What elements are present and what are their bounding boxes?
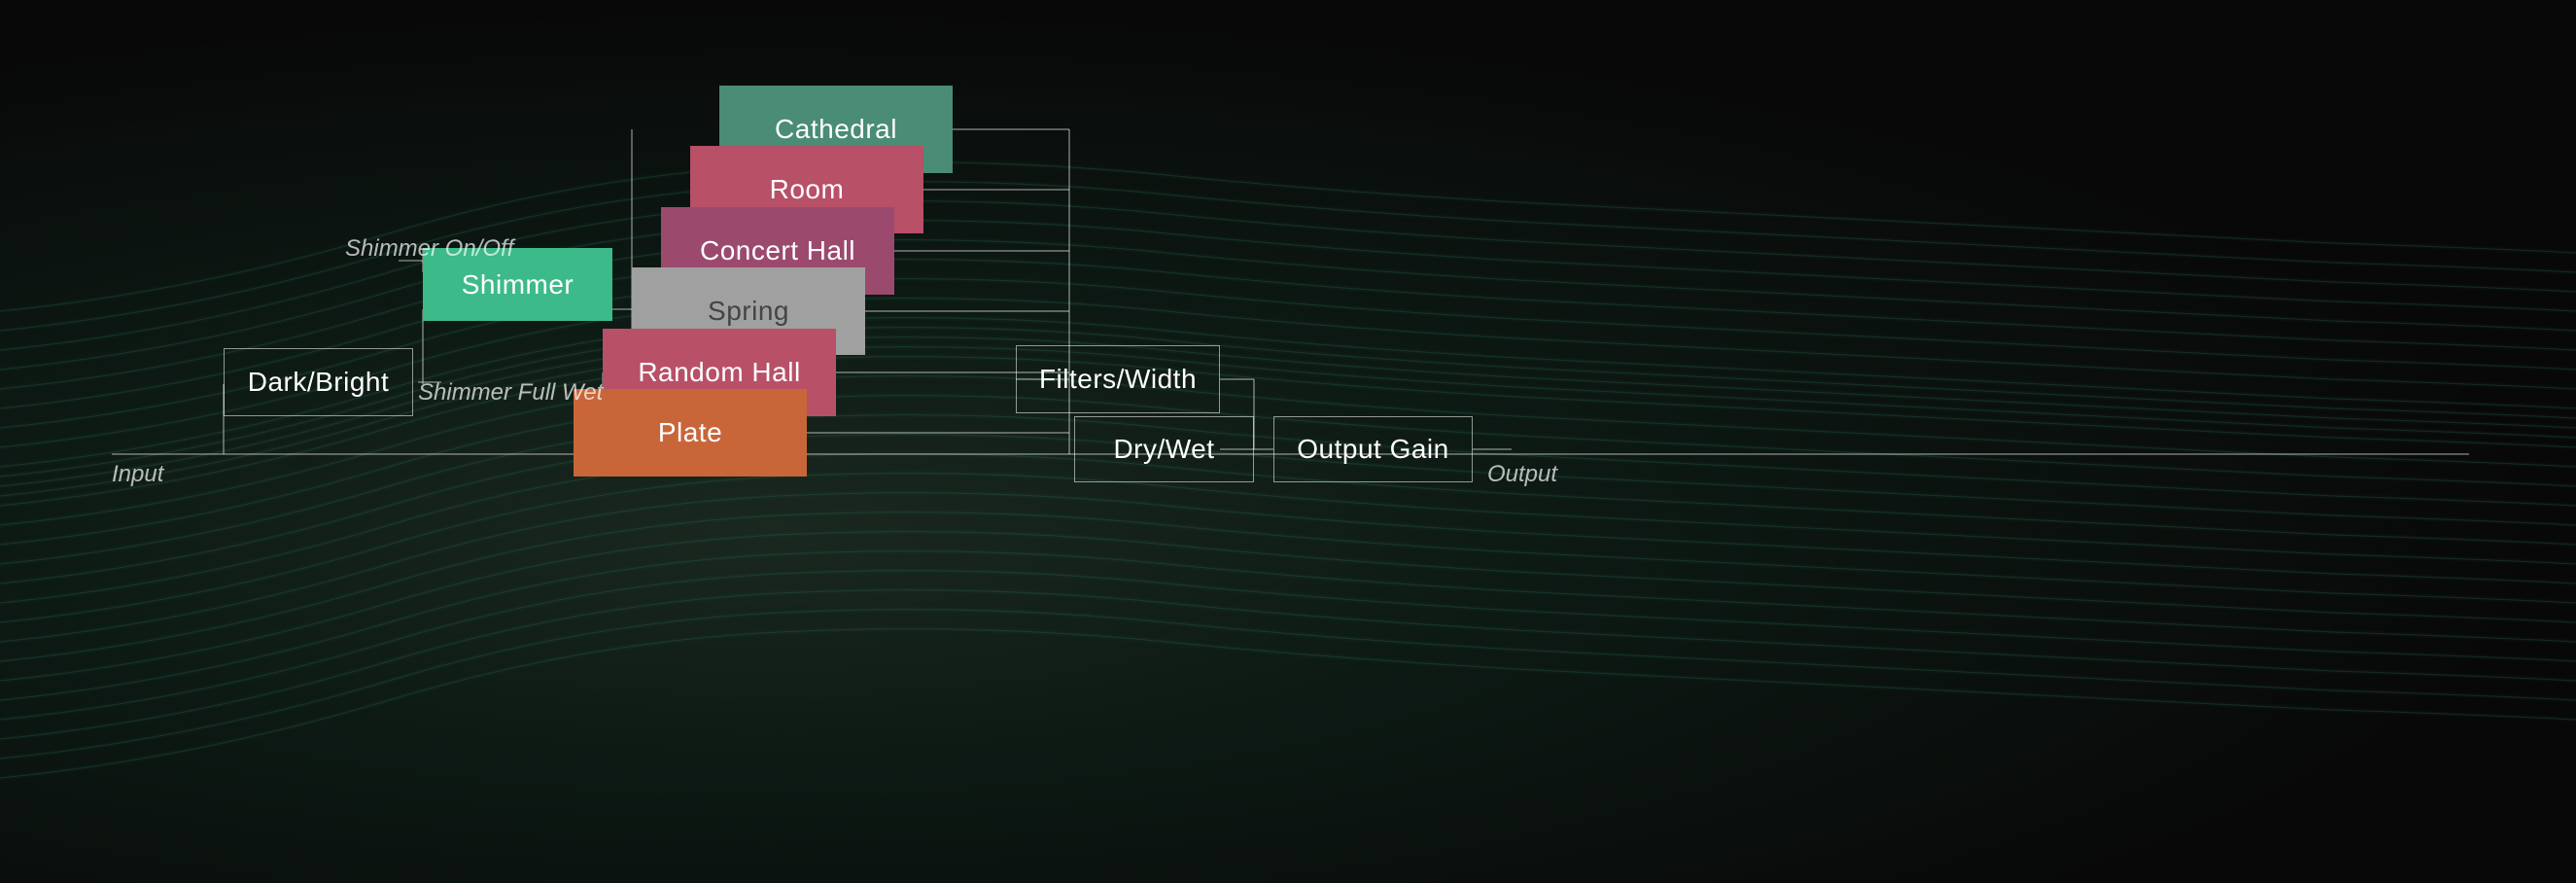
filters-width-block[interactable]: Filters/Width bbox=[1016, 345, 1220, 413]
dark-bright-block[interactable]: Dark/Bright bbox=[224, 348, 413, 416]
shimmer-label: Shimmer bbox=[462, 269, 574, 300]
room-label: Room bbox=[770, 174, 845, 205]
cathedral-label: Cathedral bbox=[775, 114, 897, 145]
concert-hall-label: Concert Hall bbox=[700, 235, 855, 266]
plate-label: Plate bbox=[658, 417, 722, 448]
shimmer-on-off-label: Shimmer On/Off bbox=[345, 233, 513, 264]
dry-wet-block[interactable]: Dry/Wet bbox=[1074, 416, 1254, 482]
output-gain-label: Output Gain bbox=[1297, 434, 1448, 465]
plate-block[interactable]: Plate bbox=[574, 389, 807, 477]
dry-wet-label: Dry/Wet bbox=[1113, 434, 1214, 465]
output-gain-block[interactable]: Output Gain bbox=[1273, 416, 1473, 482]
spring-label: Spring bbox=[708, 296, 789, 327]
output-label: Output bbox=[1487, 459, 1557, 489]
input-label: Input bbox=[112, 459, 163, 489]
random-hall-label: Random Hall bbox=[638, 357, 800, 388]
shimmer-full-wet-label: Shimmer Full Wet bbox=[418, 377, 603, 407]
dark-bright-label: Dark/Bright bbox=[248, 367, 390, 398]
filters-width-label: Filters/Width bbox=[1039, 364, 1197, 395]
